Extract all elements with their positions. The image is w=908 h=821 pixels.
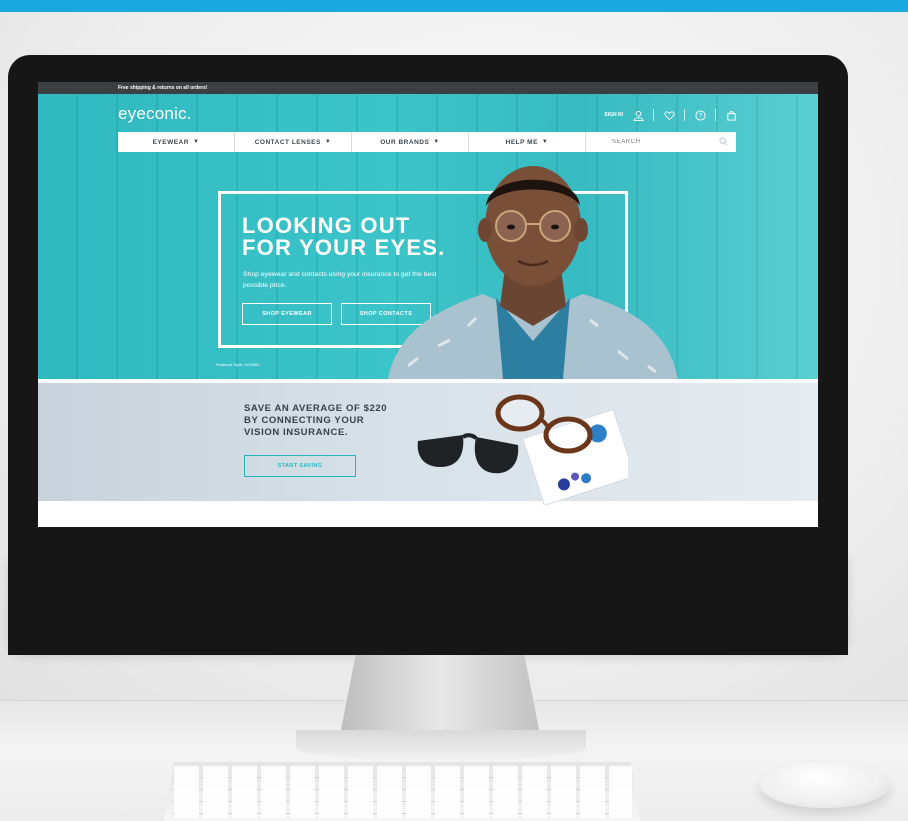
mouse [760, 762, 890, 808]
caret-down-icon: ▼ [541, 139, 549, 145]
header-divider [684, 109, 685, 121]
featured-style-caption: Featured Style: OO5451 [216, 362, 260, 367]
heart-icon[interactable] [662, 108, 676, 122]
svg-text:?: ? [698, 112, 702, 119]
shop-eyewear-button[interactable]: SHOP EYEWEAR [242, 303, 332, 325]
nav-item-eyewear[interactable]: EYEWEAR ▼ [118, 132, 235, 152]
site-logo[interactable]: eyeconic. [118, 104, 192, 124]
hero-section: eyeconic. SIGN IN ? EYEWEAR ▼ CONTACT LE… [38, 94, 818, 379]
monitor-bezel: Free shipping & returns on all orders! e… [8, 55, 848, 655]
product-images [417, 394, 628, 505]
monitor-stand-base [296, 730, 586, 760]
main-nav: EYEWEAR ▼ CONTACT LENSES ▼ OUR BRANDS ▼ … [118, 132, 736, 152]
nav-item-label: OUR BRANDS [380, 138, 430, 146]
account-icon[interactable] [631, 108, 645, 122]
search-box[interactable] [586, 132, 736, 152]
caret-down-icon: ▼ [324, 139, 332, 145]
caret-down-icon: ▼ [192, 139, 200, 145]
top-accent-strip [0, 0, 908, 12]
nav-item-label: EYEWEAR [152, 138, 189, 146]
help-icon[interactable]: ? [693, 108, 707, 122]
keyboard-keys [172, 766, 632, 818]
nav-item-label: HELP ME [505, 138, 538, 146]
caret-down-icon: ▼ [433, 139, 440, 145]
monitor-stand [340, 653, 540, 735]
header-utility-nav: SIGN IN ? [604, 108, 738, 122]
nav-item-contact-lenses[interactable]: CONTACT LENSES ▼ [235, 132, 352, 152]
header-divider [715, 109, 716, 121]
shopping-bag-icon[interactable] [724, 108, 738, 122]
search-input[interactable] [612, 139, 692, 145]
nav-item-help-me[interactable]: HELP ME ▼ [469, 132, 586, 152]
header-divider [653, 109, 654, 121]
model-photo [388, 166, 678, 379]
nav-item-our-brands[interactable]: OUR BRANDS ▼ [352, 132, 469, 152]
promo-text: Free shipping & returns on all orders! [118, 85, 208, 91]
promo-banner: Free shipping & returns on all orders! [38, 82, 818, 94]
start-saving-button[interactable]: START SAVING [244, 455, 356, 477]
browser-viewport: Free shipping & returns on all orders! e… [38, 82, 818, 527]
site-header: eyeconic. SIGN IN ? [118, 104, 738, 124]
search-icon[interactable] [719, 133, 728, 151]
nav-item-label: CONTACT LENSES [254, 138, 321, 146]
savings-section: SAVE AN AVERAGE OF $220 BY CONNECTING YO… [38, 379, 818, 505]
sign-in-link[interactable]: SIGN IN [604, 112, 623, 118]
